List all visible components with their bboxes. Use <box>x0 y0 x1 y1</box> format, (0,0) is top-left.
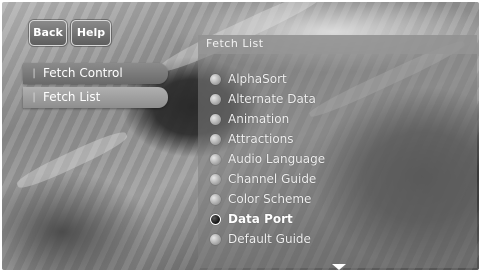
list-item-label: Animation <box>228 112 290 126</box>
list-item-label: Alternate Data <box>228 92 316 106</box>
list-item[interactable]: Audio Language <box>210 150 370 170</box>
panel-title: Fetch List <box>206 37 264 50</box>
sidebar-item-fetch-control[interactable]: | Fetch Control <box>23 63 168 84</box>
radio-unchecked-icon[interactable] <box>210 134 221 145</box>
sidebar-item-fetch-list[interactable]: | Fetch List <box>23 87 168 108</box>
radio-unchecked-icon[interactable] <box>210 174 221 185</box>
sidebar-item-label: Fetch List <box>43 90 101 104</box>
radio-checked-icon[interactable] <box>210 214 221 225</box>
list-item[interactable]: Data Port <box>210 210 370 230</box>
list-item-label: Data Port <box>228 212 293 226</box>
list-item-label: Attractions <box>228 132 294 146</box>
back-button[interactable]: Back <box>29 20 67 46</box>
list-item[interactable]: Alternate Data <box>210 90 370 110</box>
help-button[interactable]: Help <box>71 20 111 46</box>
list-item-label: Default Guide <box>228 232 311 246</box>
list-item-label: Channel Guide <box>228 172 317 186</box>
sidebar-item-label: Fetch Control <box>43 66 123 80</box>
list-item[interactable]: Animation <box>210 110 370 130</box>
radio-unchecked-icon[interactable] <box>210 74 221 85</box>
list-item[interactable]: Attractions <box>210 130 370 150</box>
radio-unchecked-icon[interactable] <box>210 234 221 245</box>
radio-unchecked-icon[interactable] <box>210 114 221 125</box>
list-item[interactable]: Default Guide <box>210 230 370 250</box>
list-item[interactable]: AlphaSort <box>210 70 370 90</box>
radio-unchecked-icon[interactable] <box>210 154 221 165</box>
bar-icon: | <box>32 68 36 79</box>
radio-unchecked-icon[interactable] <box>210 94 221 105</box>
background-rock-texture <box>14 127 130 193</box>
list-item-label: AlphaSort <box>228 72 287 86</box>
list-item-label: Audio Language <box>228 152 326 166</box>
bar-icon: | <box>32 92 36 103</box>
list-item-label: Color Scheme <box>228 192 312 206</box>
list-item[interactable]: Color Scheme <box>210 190 370 210</box>
list-item[interactable]: Channel Guide <box>210 170 370 190</box>
radio-unchecked-icon[interactable] <box>210 194 221 205</box>
scroll-down-arrow-icon[interactable] <box>332 264 346 270</box>
